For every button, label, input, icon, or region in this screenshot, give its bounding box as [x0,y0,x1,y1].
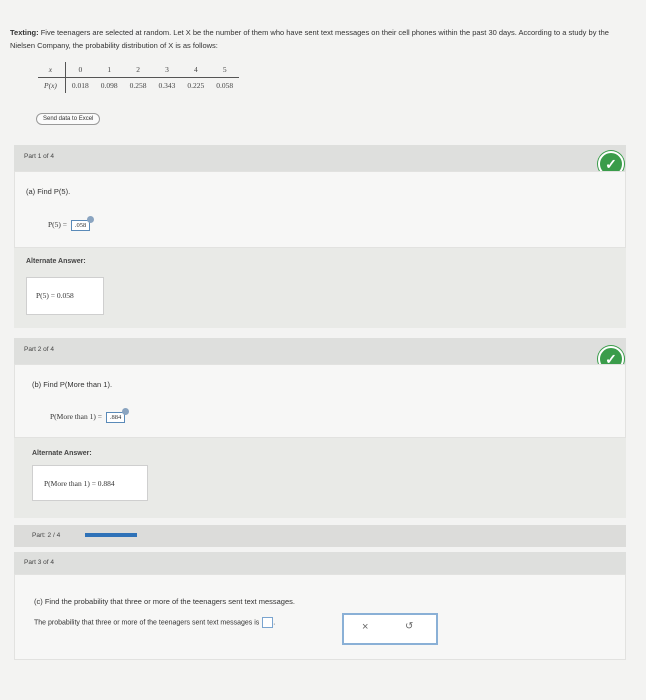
part1-question: (a) Find P(5). [26,187,71,196]
part3-answer-input[interactable] [262,617,274,628]
part2-header-label: Part 2 of 4 [24,346,54,353]
undo-button[interactable]: ↺ [405,621,413,632]
p-value: 0.058 [216,81,234,90]
x-value: 2 [123,62,153,78]
p-value: 0.225 [187,81,205,90]
progress-bar [85,533,137,537]
p-value: 0.343 [158,81,176,90]
table-row: P(x) 0.018 0.098 0.258 0.343 0.225 0.058 [38,77,239,93]
clear-button[interactable]: × [362,621,368,633]
x-value: 0 [65,62,95,78]
part1-alt-answer: P(5) = 0.058 [36,291,74,300]
action-box [342,613,438,645]
x-value: 1 [94,62,124,78]
x-value: 3 [152,62,182,78]
part1-alt-panel [14,248,626,328]
part2-alt-label: Alternate Answer: [32,450,92,457]
part3-header: Part 3 of 4 [14,552,626,574]
part3-prompt: The probability that three or more of th… [34,619,260,627]
part2-header: Part 2 of 4 [14,338,626,364]
part2-question: (b) Find P(More than 1). [32,380,113,389]
intro-text: Five teenagers are selected at random. L… [10,28,609,50]
x-header: x [38,62,66,78]
table-row: x 0 1 2 3 4 5 [38,62,240,78]
part3-header-label: Part 3 of 4 [24,559,54,566]
part1-answer-line: P(5) = .058 [48,216,95,231]
send-to-excel-button[interactable]: Send data to Excel [36,113,101,125]
intro-label: Texting: [10,28,39,37]
progress-label: Part: 2 / 4 [32,532,61,539]
part2-answer-prefix: P(More than 1) = [50,412,102,421]
part1-alt-label: Alternate Answer: [26,258,86,265]
part2-answer-line: P(More than 1) = .884 [50,408,130,423]
distribution-table: x 0 1 2 3 4 5 P(x) 0.018 0.098 0.258 0.3… [38,62,240,93]
part1-answer-prefix: P(5) = [48,220,68,229]
part3-question: (c) Find the probability that three or m… [34,597,295,606]
part1-header: Part 1 of 4 [14,145,626,171]
part2-answer-field[interactable]: .884 [105,408,130,423]
part3-prompt-line: The probability that three or more of th… [34,617,275,628]
x-value: 4 [181,62,211,78]
problem-intro: Texting: Five teenagers are selected at … [10,26,635,52]
p-header: P(x) [38,77,66,93]
p-value: 0.018 [71,81,89,90]
period: . [273,619,276,627]
p-value: 0.098 [100,81,118,90]
x-value: 5 [210,62,240,78]
part2-panel [14,364,626,438]
part1-answer-value: .058 [74,222,87,229]
part1-header-label: Part 1 of 4 [24,153,54,160]
part1-panel [14,171,626,248]
part2-answer-value: .884 [109,414,122,421]
part2-alt-answer: P(More than 1) = 0.884 [44,479,115,488]
part1-answer-field[interactable]: .058 [70,216,95,231]
p-value: 0.258 [129,81,147,90]
